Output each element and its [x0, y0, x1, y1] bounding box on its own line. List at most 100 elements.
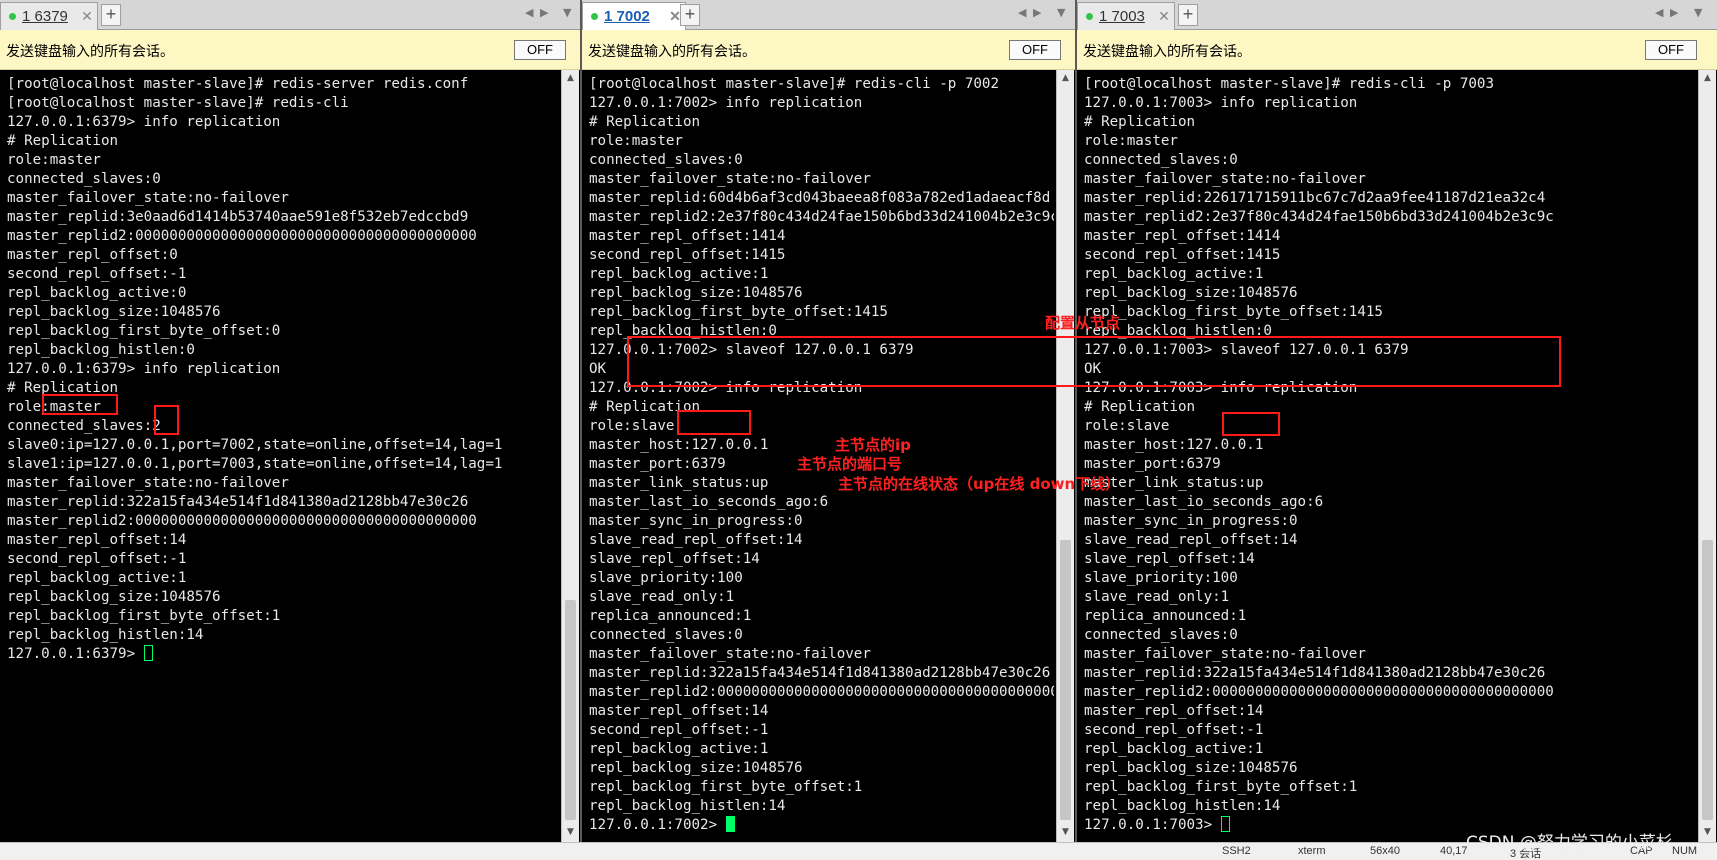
- scroll-thumb[interactable]: [565, 600, 576, 820]
- tab-next-icon[interactable]: ▶: [540, 6, 548, 19]
- terminal-line-text: repl_backlog_size:1048576: [7, 304, 221, 320]
- terminal-line-text: repl_backlog_active:0: [7, 285, 187, 301]
- session-pane-7002: 1 7002 ✕ + ◀ ▶ ▼ 发送键盘输入的所有会话。 OFF [root@…: [582, 0, 1075, 842]
- terminal-line-text: master_repl_offset:1414: [589, 228, 786, 244]
- scroll-thumb[interactable]: [1060, 540, 1071, 820]
- connected-dot-icon: [9, 13, 16, 20]
- terminal-line: connected_slaves:0: [1084, 626, 1554, 645]
- terminal-line-text: second_repl_offset:1415: [589, 247, 786, 263]
- terminal-line-text: slave_read_only:1: [589, 589, 735, 605]
- session-pane-6379: 1 6379 ✕ + ◀ ▶ ▼ 发送键盘输入的所有会话。 OFF [root@…: [0, 0, 580, 842]
- terminal-line: slave_read_repl_offset:14: [589, 531, 1054, 550]
- terminal-line: repl_backlog_size:1048576: [1084, 284, 1554, 303]
- tab-list-icon[interactable]: ▼: [1057, 6, 1065, 19]
- tab-6379[interactable]: 1 6379 ✕: [0, 2, 98, 30]
- terminal-line: master_host:127.0.0.1: [1084, 436, 1554, 455]
- new-tab-button[interactable]: +: [680, 4, 700, 26]
- terminal-line: slave_priority:100: [1084, 569, 1554, 588]
- terminal-line-text: repl_backlog_first_byte_offset:1: [1084, 779, 1358, 795]
- terminal-line: second_repl_offset:1415: [589, 246, 1054, 265]
- terminal-line: repl_backlog_first_byte_offset:1: [589, 778, 1054, 797]
- tab-list-icon[interactable]: ▼: [1694, 6, 1702, 19]
- terminal-line: master_replid2:2e37f80c434d24fae150b6bd3…: [589, 208, 1054, 227]
- watermark: CSDN @努力学习的小菜杉: [1466, 833, 1673, 853]
- close-tab-icon[interactable]: ✕: [77, 8, 97, 25]
- terminal-line-text: master_replid:322a15fa434e514f1d841380ad…: [7, 494, 469, 510]
- vertical-scrollbar[interactable]: ▲ ▼: [1056, 70, 1074, 842]
- role-master-highlight: [42, 394, 118, 415]
- terminal-line-text: repl_backlog_size:1048576: [589, 285, 803, 301]
- tab-next-icon[interactable]: ▶: [1033, 6, 1041, 19]
- off-button[interactable]: OFF: [514, 40, 566, 60]
- new-tab-button[interactable]: +: [101, 4, 121, 26]
- terminal-output[interactable]: [root@localhost master-slave]# redis-ser…: [0, 70, 559, 842]
- terminal-line-text: repl_backlog_histlen:0: [7, 342, 195, 358]
- tab-prev-icon[interactable]: ◀: [525, 6, 533, 19]
- connected-dot-icon: [591, 13, 598, 20]
- scroll-up-icon[interactable]: ▲: [1057, 70, 1074, 87]
- terminal-line-text: repl_backlog_active:1: [589, 266, 769, 282]
- terminal-line-text: master_repl_offset:14: [589, 703, 769, 719]
- terminal-line-text: slave_read_repl_offset:14: [589, 532, 803, 548]
- terminal-line: master_link_status:up: [1084, 474, 1554, 493]
- terminal-line-text: role:slave: [1084, 418, 1170, 434]
- terminal-line: repl_backlog_histlen:14: [589, 797, 1054, 816]
- tab-prev-icon[interactable]: ◀: [1655, 6, 1663, 19]
- terminal-line-text: repl_backlog_size:1048576: [589, 760, 803, 776]
- terminal-line: repl_backlog_size:1048576: [589, 284, 1054, 303]
- status-num: NUM: [1672, 845, 1698, 857]
- scroll-down-icon[interactable]: ▼: [1057, 824, 1074, 841]
- terminal-line: second_repl_offset:-1: [7, 550, 502, 569]
- terminal-line: master_replid2:0000000000000000000000000…: [7, 512, 502, 531]
- vertical-scrollbar[interactable]: ▲ ▼: [1698, 70, 1716, 842]
- terminal-output[interactable]: [root@localhost master-slave]# redis-cli…: [1077, 70, 1696, 842]
- scroll-up-icon[interactable]: ▲: [562, 70, 579, 87]
- terminal-line-text: master_replid:322a15fa434e514f1d841380ad…: [589, 665, 1051, 681]
- terminal-line: master_repl_offset:1414: [589, 227, 1054, 246]
- terminal-line-text: 127.0.0.1:7003> info replication: [1084, 95, 1358, 111]
- tab-7003[interactable]: 1 7003 ✕: [1077, 2, 1175, 30]
- terminal-line-text: connected_slaves:2: [7, 418, 161, 434]
- terminal-line-text: replica_announced:1: [1084, 608, 1247, 624]
- status-bar: SSH2 xterm 56x40 40,17 3 会话 CAP NUM: [0, 842, 1717, 860]
- terminal-line: repl_backlog_size:1048576: [589, 759, 1054, 778]
- cursor: [725, 816, 735, 832]
- scroll-down-icon[interactable]: ▼: [1699, 824, 1716, 841]
- terminal-line-text: master_replid2:0000000000000000000000000…: [7, 228, 477, 244]
- new-tab-button[interactable]: +: [1178, 4, 1198, 26]
- off-button[interactable]: OFF: [1009, 40, 1061, 60]
- scroll-up-icon[interactable]: ▲: [1699, 70, 1716, 87]
- terminal-line-text: [root@localhost master-slave]# redis-ser…: [7, 76, 469, 92]
- terminal-line: repl_backlog_first_byte_offset:1: [7, 607, 502, 626]
- terminal-line-text: repl_backlog_first_byte_offset:0: [7, 323, 281, 339]
- terminal-line: master_replid:322a15fa434e514f1d841380ad…: [589, 664, 1054, 683]
- terminal-line: master_repl_offset:14: [1084, 702, 1554, 721]
- terminal-line: # Replication: [7, 132, 502, 151]
- terminal-line: 127.0.0.1:7003> info replication: [1084, 94, 1554, 113]
- terminal-line-text: second_repl_offset:-1: [7, 266, 187, 282]
- role-slave-highlight-7002: [677, 410, 751, 435]
- terminal-line-text: master_repl_offset:14: [7, 532, 187, 548]
- tab-list-icon[interactable]: ▼: [563, 6, 571, 19]
- terminal-line-text: repl_backlog_active:1: [589, 741, 769, 757]
- terminal-line-text: second_repl_offset:-1: [589, 722, 769, 738]
- terminal-line: slave0:ip=127.0.0.1,port=7002,state=onli…: [7, 436, 502, 455]
- terminal-line: master_sync_in_progress:0: [1084, 512, 1554, 531]
- close-tab-icon[interactable]: ✕: [1154, 8, 1174, 25]
- vertical-scrollbar[interactable]: ▲ ▼: [561, 70, 579, 842]
- terminal-line: slave_repl_offset:14: [1084, 550, 1554, 569]
- terminal-line: role:master: [1084, 132, 1554, 151]
- tab-next-icon[interactable]: ▶: [1670, 6, 1678, 19]
- off-button[interactable]: OFF: [1645, 40, 1697, 60]
- terminal-line: second_repl_offset:-1: [1084, 721, 1554, 740]
- terminal-line: slave_read_repl_offset:14: [1084, 531, 1554, 550]
- tab-7002[interactable]: 1 7002 ✕: [582, 2, 686, 30]
- terminal-line-text: master_replid:322a15fa434e514f1d841380ad…: [1084, 665, 1546, 681]
- terminal-line: master_replid2:0000000000000000000000000…: [589, 683, 1054, 702]
- tab-prev-icon[interactable]: ◀: [1018, 6, 1026, 19]
- scroll-down-icon[interactable]: ▼: [562, 824, 579, 841]
- terminal-line-text: repl_backlog_histlen:14: [7, 627, 204, 643]
- scroll-thumb[interactable]: [1702, 540, 1713, 820]
- terminal-line-text: master_failover_state:no-failover: [7, 190, 289, 206]
- terminal-line-text: repl_backlog_first_byte_offset:1415: [589, 304, 888, 320]
